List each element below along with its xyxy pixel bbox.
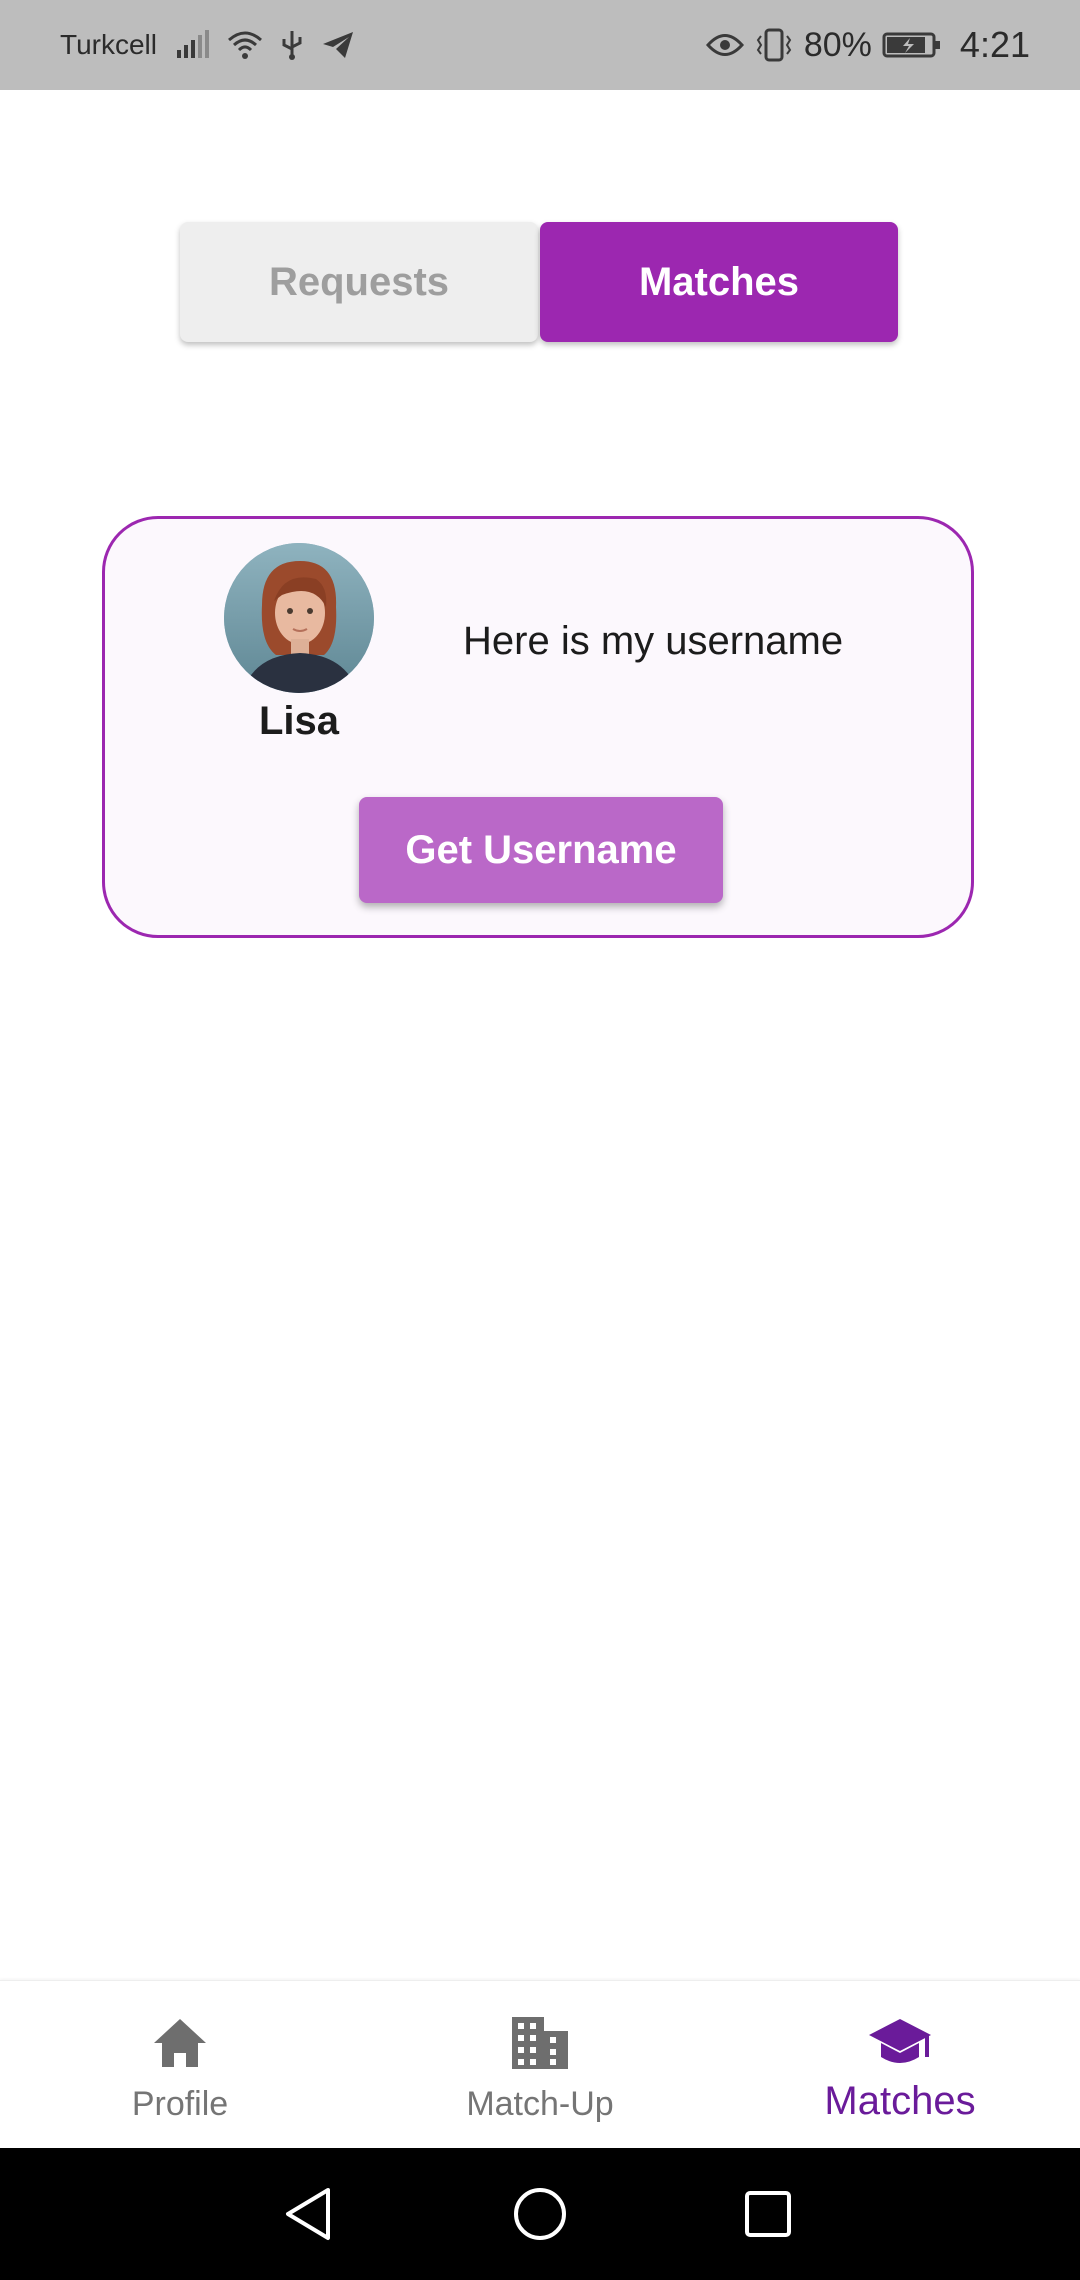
back-icon[interactable] [278, 2184, 338, 2244]
nav-label-profile: Profile [131, 2085, 229, 2123]
graduation-cap-icon [867, 2013, 933, 2073]
match-name: Lisa [258, 699, 340, 743]
status-bar: Turkcell 80% 4:21 [0, 0, 1080, 90]
wifi-icon [227, 30, 263, 60]
tab-requests[interactable]: Requests [180, 222, 538, 342]
tab-matches[interactable]: Matches [540, 222, 898, 342]
building-icon [510, 2013, 570, 2073]
match-card: Lisa Here is my username Get Username [102, 516, 974, 938]
nav-label-matches: Matches [824, 2079, 976, 2123]
usb-icon [281, 29, 303, 61]
nav-item-profile[interactable]: Profile [0, 1981, 360, 2149]
nav-item-matches[interactable]: Matches [720, 1981, 1080, 2149]
eye-icon [705, 32, 744, 58]
carrier-name: Turkcell [60, 29, 157, 60]
get-username-button[interactable]: Get Username [359, 797, 723, 903]
telegram-icon [321, 30, 355, 60]
bottom-navigation: Profile Match-Up Matches [0, 1980, 1080, 2149]
status-left: Turkcell [60, 0, 355, 90]
home-icon [152, 2013, 208, 2073]
system-navigation-bar [0, 2148, 1080, 2280]
match-message: Here is my username [463, 619, 844, 663]
nav-label-match-up: Match-Up [466, 2085, 614, 2123]
requests-matches-toggle: Requests Matches [180, 222, 898, 342]
clock: 4:21 [959, 24, 1030, 65]
home-circle-icon[interactable] [510, 2184, 570, 2244]
nav-item-match-up[interactable]: Match-Up [360, 1981, 720, 2149]
battery-percent: 80% [803, 25, 872, 64]
status-right: 80% 4:21 [705, 0, 1030, 90]
avatar[interactable] [224, 543, 374, 693]
battery-icon [882, 31, 942, 59]
vibrate-icon [754, 28, 794, 62]
recents-square-icon[interactable] [738, 2184, 798, 2244]
signal-icon [175, 30, 209, 60]
